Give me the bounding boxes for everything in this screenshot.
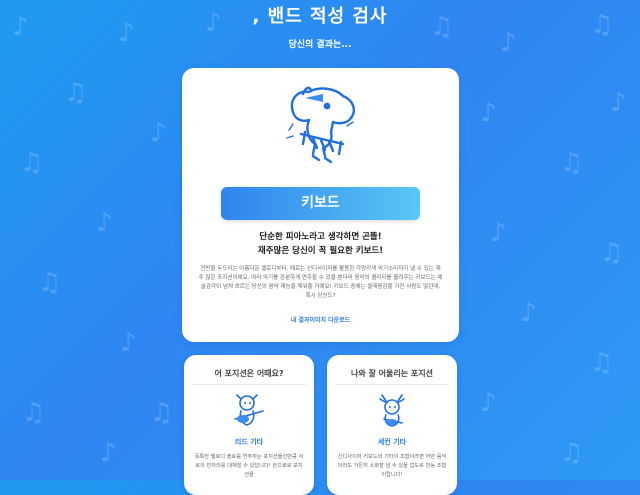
guitar-player-character-icon — [234, 394, 264, 426]
result-intro-text: 당신의 결과는... — [288, 40, 352, 50]
music-note-icon: ♫ — [38, 268, 62, 298]
music-note-icon: ♫ — [560, 438, 584, 468]
download-result-image-link[interactable]: 내 결과이미지 다운로드 — [182, 315, 459, 324]
divider — [192, 384, 306, 385]
music-note-icon: ♪ — [100, 438, 117, 468]
divider — [335, 384, 449, 385]
fit-position-heading: 어 포지션은 어때요? — [214, 369, 284, 378]
second-guitar-character-icon — [379, 394, 405, 427]
music-note-icon: ♫ — [600, 238, 624, 268]
fit-position-description: 독특한 멜로디 솔로를 연주하는 포지션들인만큼 서로의 빈자리를 대체할 수 … — [194, 454, 304, 478]
music-note-icon: ♪ — [120, 328, 137, 358]
result-headline-1: 단순한 피아노라고 생각하면 곤뜰! — [259, 232, 382, 242]
music-note-icon: ♫ — [560, 148, 584, 178]
music-note-icon: ♪ — [480, 388, 497, 418]
page-title: , 밴드 적성 검사 — [252, 6, 388, 27]
result-description: 전반을 두드리는 아름다운 멜로디부터, 때로는 신디사이저를 활용한 각양각색… — [198, 266, 443, 300]
music-note-icon: ♫ — [64, 78, 88, 108]
music-note-icon: ♫ — [590, 348, 614, 378]
result-position-banner: 키보드 — [221, 187, 420, 220]
music-note-icon: ♪ — [610, 88, 627, 118]
music-note-icon: ♫ — [22, 398, 46, 428]
fit-position-name: 리드 기타 — [234, 438, 264, 446]
result-headline-2: 재주많은 당신이 꼭 필요한 키보드! — [257, 246, 384, 256]
matching-position-heading: 나와 잘 어울리는 포지션 — [351, 369, 433, 378]
music-note-icon: ♪ — [150, 118, 167, 148]
music-note-icon: ♫ — [150, 398, 174, 428]
music-note-icon: ♫ — [20, 148, 44, 178]
music-note-icon: ♪ — [490, 218, 507, 248]
matching-position-name: 세컨 기타 — [377, 438, 407, 446]
music-note-icon: ♪ — [520, 298, 537, 328]
music-note-icon: ♪ — [480, 98, 497, 128]
music-note-icon: ♪ — [96, 208, 113, 238]
matching-position-description: 신디사이저 키보드와 기타의 조합이라면 어떤 음악이라도 거뜬히 소화할 넘 … — [337, 454, 447, 478]
keyboard-player-mascot-icon — [286, 86, 355, 164]
